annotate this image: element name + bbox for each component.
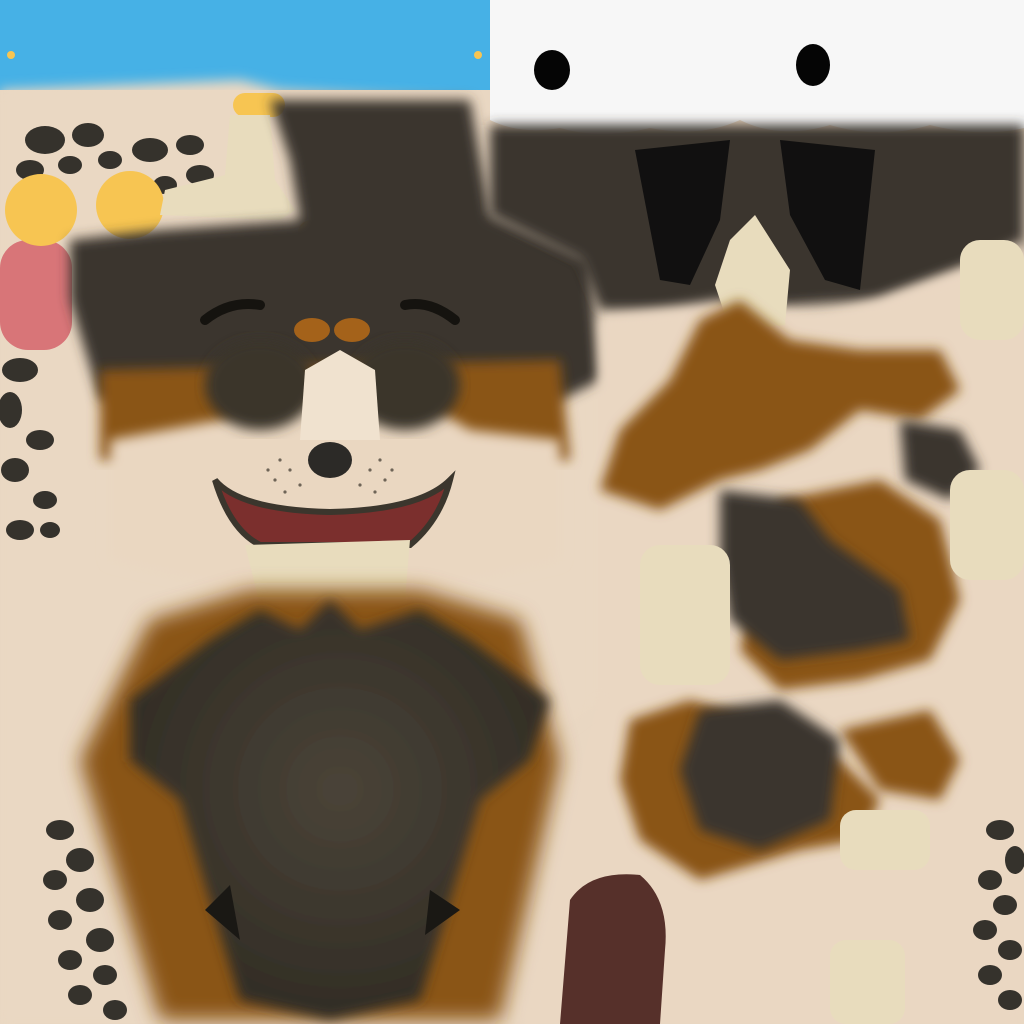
pupil-left [534, 50, 570, 90]
tongue-brown-bottom [560, 874, 666, 1024]
eyebrow-right [334, 318, 370, 342]
dog-nose [308, 442, 352, 478]
yellow-circle-small [96, 171, 164, 239]
white-eye-patch [490, 0, 1024, 134]
dog-texture-canvas [0, 0, 1024, 1024]
yellow-circle-large [5, 174, 77, 246]
blue-band-top-left [0, 0, 500, 90]
pink-tab [0, 240, 72, 350]
band-dot-left [7, 51, 15, 59]
band-dot-right [474, 51, 482, 59]
pupil-right [796, 44, 830, 86]
eyebrow-left [294, 318, 330, 342]
